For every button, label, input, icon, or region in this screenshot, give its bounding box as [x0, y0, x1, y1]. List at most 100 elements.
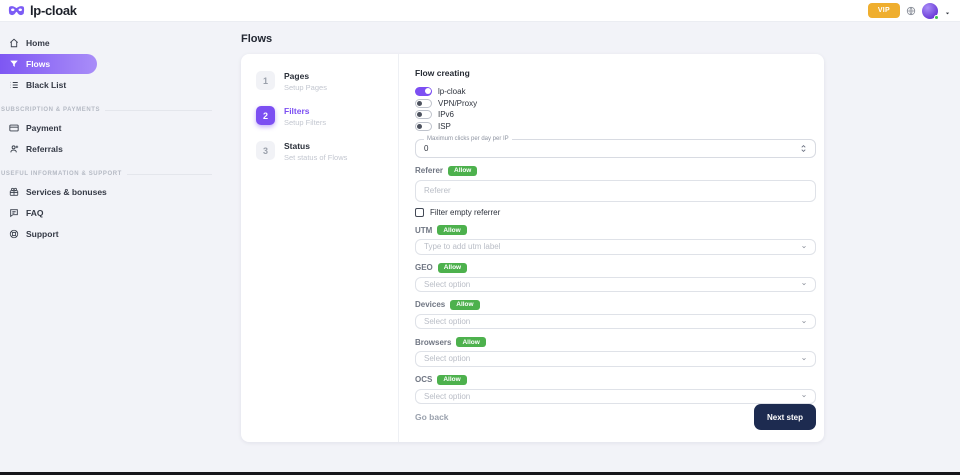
sidebar-item-payment[interactable]: Payment [0, 118, 212, 138]
sidebar-item-label: Support [26, 229, 59, 239]
referrals-icon [9, 144, 19, 154]
referer-allow-badge[interactable]: Allow [448, 166, 477, 176]
vip-button[interactable]: VIP [868, 3, 900, 18]
step-number: 1 [256, 71, 275, 90]
max-clicks-field: Maximum clicks per day per IP [415, 139, 816, 158]
sidebar-item-label: Flows [26, 59, 50, 69]
referer-input-box [415, 180, 816, 202]
step-status[interactable]: 3 Status Set status of Flows [256, 141, 398, 162]
ocs-label: OCS [415, 375, 432, 384]
sidebar-item-services-bonuses[interactable]: Services & bonuses [0, 182, 212, 202]
step-title: Filters [284, 106, 326, 116]
sidebar-section-subscription: SUBSCRIPTION & PAYMENTS [0, 107, 212, 113]
online-status-dot [934, 15, 939, 20]
steps-panel: 1 Pages Setup Pages 2 Filters Setup Filt… [241, 54, 399, 442]
step-title: Status [284, 141, 347, 151]
browsers-label: Browsers [415, 338, 451, 347]
toggle-row-ipv6: IPv6 [415, 109, 816, 120]
logo[interactable]: lp-cloak [8, 3, 77, 18]
sidebar-item-label: Payment [26, 123, 61, 133]
ocs-label-row: OCS Allow [415, 375, 816, 385]
geo-select[interactable]: Select option [415, 277, 816, 292]
devices-allow-badge[interactable]: Allow [450, 300, 479, 310]
toggle-row-vpn-proxy: VPN/Proxy [415, 98, 816, 109]
referer-input[interactable] [424, 186, 807, 195]
select-placeholder: Select option [424, 354, 470, 363]
avatar-caret-icon[interactable] [945, 11, 950, 16]
chevron-down-icon [801, 281, 807, 287]
support-lifering-icon [9, 229, 19, 239]
browsers-allow-badge[interactable]: Allow [456, 337, 485, 347]
page-title: Flows [241, 33, 960, 45]
step-number: 2 [256, 106, 275, 125]
home-icon [9, 38, 19, 48]
sidebar: Home Flows Black List SUBSCRIPTION & PAY… [0, 22, 212, 472]
select-placeholder: Select option [424, 280, 470, 289]
payment-card-icon [9, 123, 19, 133]
toggle-label: ISP [438, 122, 451, 131]
utm-input[interactable] [424, 242, 797, 251]
sidebar-item-label: Referrals [26, 144, 63, 154]
devices-label-row: Devices Allow [415, 300, 816, 310]
sidebar-item-referrals[interactable]: Referrals [0, 139, 212, 159]
utm-combobox[interactable] [415, 239, 816, 254]
number-stepper-icon[interactable] [800, 144, 807, 153]
sidebar-item-support[interactable]: Support [0, 224, 212, 244]
sidebar-item-label: Home [26, 38, 50, 48]
next-step-button[interactable]: Next step [754, 404, 816, 430]
sidebar-item-label: Black List [26, 80, 66, 90]
flows-icon [9, 59, 19, 69]
referer-label: Referer [415, 166, 443, 175]
chevron-down-icon [801, 393, 807, 399]
step-pages[interactable]: 1 Pages Setup Pages [256, 71, 398, 92]
ocs-allow-badge[interactable]: Allow [437, 375, 466, 385]
language-globe-icon[interactable] [906, 6, 916, 16]
toggle-label: IPv6 [438, 110, 454, 119]
ocs-select[interactable]: Select option [415, 389, 816, 404]
step-subtitle: Set status of Flows [284, 153, 347, 162]
select-placeholder: Select option [424, 392, 470, 401]
vpn-proxy-toggle[interactable] [415, 99, 432, 108]
utm-allow-badge[interactable]: Allow [437, 225, 466, 235]
sidebar-item-black-list[interactable]: Black List [0, 75, 212, 95]
max-clicks-input[interactable] [424, 144, 796, 153]
sidebar-section-useful-info: USEFUL INFORMATION & SUPPORT [0, 171, 212, 177]
faq-chat-icon [9, 208, 19, 218]
chevron-down-icon [801, 356, 807, 362]
geo-label-row: GEO Allow [415, 263, 816, 273]
filter-empty-referrer-checkbox[interactable] [415, 208, 424, 217]
utm-label: UTM [415, 226, 432, 235]
chevron-down-icon [801, 319, 807, 325]
browsers-select[interactable]: Select option [415, 351, 816, 366]
sidebar-item-flows[interactable]: Flows [0, 54, 97, 74]
top-header: lp-cloak VIP [0, 0, 960, 22]
utm-label-row: UTM Allow [415, 225, 816, 235]
go-back-button[interactable]: Go back [415, 412, 449, 422]
geo-allow-badge[interactable]: Allow [438, 263, 467, 273]
checkbox-label: Filter empty referrer [430, 208, 500, 217]
isp-toggle[interactable] [415, 122, 432, 131]
geo-label: GEO [415, 263, 433, 272]
toggle-row-isp: ISP [415, 121, 816, 132]
sidebar-item-label: Services & bonuses [26, 187, 107, 197]
main-content: Flows 1 Pages Setup Pages 2 Filters Setu… [212, 22, 960, 472]
step-number: 3 [256, 141, 275, 160]
select-placeholder: Select option [424, 317, 470, 326]
mask-logo-icon [8, 5, 25, 17]
form-footer: Go back Next step [415, 404, 816, 430]
step-subtitle: Setup Filters [284, 118, 326, 127]
toggle-label: VPN/Proxy [438, 99, 477, 108]
sidebar-item-home[interactable]: Home [0, 33, 212, 53]
step-title: Pages [284, 71, 327, 81]
lp-cloak-toggle[interactable] [415, 87, 432, 96]
ipv6-toggle[interactable] [415, 110, 432, 119]
gift-icon [9, 187, 19, 197]
chevron-down-icon [801, 244, 807, 250]
form-title: Flow creating [415, 68, 816, 78]
toggle-row-lp-cloak: lp-cloak [415, 86, 816, 97]
devices-select[interactable]: Select option [415, 314, 816, 329]
filter-empty-referrer-row[interactable]: Filter empty referrer [415, 208, 816, 217]
sidebar-item-faq[interactable]: FAQ [0, 203, 212, 223]
user-avatar[interactable] [922, 3, 938, 19]
step-filters[interactable]: 2 Filters Setup Filters [256, 106, 398, 127]
